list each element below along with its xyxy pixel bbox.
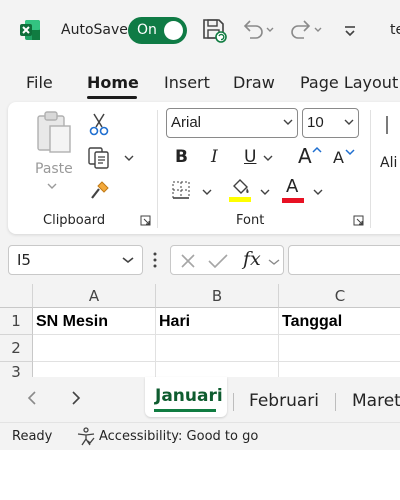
row-header[interactable]: 1 xyxy=(0,308,33,335)
font-name-combobox[interactable]: Arial xyxy=(166,108,298,138)
cell[interactable] xyxy=(156,335,279,362)
cell[interactable] xyxy=(279,335,400,362)
status-bar: Ready Accessibility: Good to go xyxy=(0,422,400,450)
document-title: te xyxy=(390,22,400,38)
alignment-label: Ali xyxy=(380,155,398,171)
underline-button[interactable]: U xyxy=(244,147,256,167)
fill-color-dropdown-icon[interactable] xyxy=(260,188,270,196)
active-tab-indicator xyxy=(87,96,137,99)
sheet-separator xyxy=(233,393,234,411)
excel-window: AutoSave On te File Home Insert Draw Pag… xyxy=(0,0,400,500)
clipboard-launcher-icon[interactable] xyxy=(140,215,151,226)
shrink-font-button[interactable]: A xyxy=(333,148,344,167)
shrink-font-caret-icon xyxy=(345,149,355,156)
bottom-area xyxy=(0,450,400,500)
name-box[interactable]: I5 xyxy=(8,245,143,275)
underline-dropdown-icon[interactable] xyxy=(263,154,273,162)
borders-dropdown-icon[interactable] xyxy=(202,188,212,196)
tab-page-layout[interactable]: Page Layout xyxy=(300,73,398,92)
cancel-icon[interactable] xyxy=(179,252,197,270)
font-name-value: Arial xyxy=(171,114,202,131)
more-options-icon[interactable] xyxy=(153,252,157,268)
fill-color-icon[interactable] xyxy=(228,176,252,204)
paste-dropdown-icon[interactable] xyxy=(46,182,58,190)
font-color-button[interactable]: A xyxy=(286,176,298,197)
font-size-value: 10 xyxy=(307,114,324,131)
redo-icon[interactable] xyxy=(288,16,324,44)
group-divider xyxy=(370,110,371,228)
font-group-label: Font xyxy=(236,213,265,228)
chevron-left-icon[interactable] xyxy=(26,390,38,406)
bold-button[interactable]: B xyxy=(175,147,188,167)
active-sheet-indicator xyxy=(154,409,216,412)
font-color-swatch xyxy=(282,198,304,203)
group-divider xyxy=(157,110,158,228)
font-color-dropdown-icon[interactable] xyxy=(313,188,323,196)
ribbon-tabs: File Home Insert Draw Page Layout xyxy=(0,64,400,100)
sheet-tab-maret[interactable]: Maret xyxy=(352,391,400,411)
autosave-state: On xyxy=(137,22,157,38)
column-header[interactable]: C xyxy=(279,284,400,308)
sheet-tab-januari[interactable]: Januari xyxy=(145,377,227,417)
cell[interactable] xyxy=(33,335,156,362)
clipboard-group-label: Clipboard xyxy=(43,213,106,228)
column-header[interactable]: A xyxy=(33,284,156,308)
row-header[interactable]: 2 xyxy=(0,335,33,362)
column-header[interactable]: B xyxy=(156,284,279,308)
cell[interactable]: SN Mesin xyxy=(33,308,156,335)
sheet-separator xyxy=(335,393,336,411)
chevron-down-icon xyxy=(344,119,354,125)
enter-check-icon[interactable] xyxy=(207,252,229,270)
toggle-knob xyxy=(164,21,183,40)
autosave-label: AutoSave xyxy=(61,22,128,38)
worksheet-grid: A B C 1 SN Mesin Hari Tanggal 2 3 xyxy=(0,284,400,380)
undo-icon[interactable] xyxy=(240,16,276,44)
autosave-toggle[interactable]: On xyxy=(128,17,187,44)
copy-icon[interactable] xyxy=(87,146,113,170)
tab-insert[interactable]: Insert xyxy=(164,73,210,92)
formula-tools: fx xyxy=(170,245,284,275)
chevron-down-icon[interactable] xyxy=(268,258,280,266)
paste-label: Paste xyxy=(35,161,73,177)
tab-home[interactable]: Home xyxy=(87,73,139,92)
sheet-tab-bar: Januari Februari Maret xyxy=(0,377,400,422)
cell[interactable]: Hari xyxy=(156,308,279,335)
orientation-icon[interactable] xyxy=(382,114,392,136)
font-launcher-icon[interactable] xyxy=(353,215,364,226)
sheet-tab-label: Januari xyxy=(155,386,223,406)
tab-file[interactable]: File xyxy=(26,73,53,92)
copy-dropdown-icon[interactable] xyxy=(124,154,134,162)
sheet-tab-februari[interactable]: Februari xyxy=(249,391,319,411)
italic-button[interactable]: I xyxy=(211,147,218,167)
name-box-value: I5 xyxy=(17,251,31,269)
accessibility-status[interactable]: Accessibility: Good to go xyxy=(99,429,258,444)
save-icon[interactable] xyxy=(200,16,228,44)
cell[interactable]: Tanggal xyxy=(279,308,400,335)
formula-input[interactable] xyxy=(288,245,400,275)
ribbon-panel: Paste Clipboard Arial 10 B I U A A A Fon… xyxy=(8,102,400,234)
chevron-right-icon[interactable] xyxy=(70,390,82,406)
customize-toolbar-icon[interactable] xyxy=(342,16,358,44)
chevron-down-icon xyxy=(283,119,293,125)
formula-bar: I5 fx xyxy=(0,240,400,282)
status-ready: Ready xyxy=(12,429,53,444)
excel-logo-icon xyxy=(20,20,40,40)
grow-font-caret-icon xyxy=(312,146,322,153)
accessibility-icon[interactable] xyxy=(76,427,96,447)
select-all-corner[interactable] xyxy=(0,284,33,308)
paste-icon[interactable] xyxy=(33,110,77,156)
grow-font-button[interactable]: A xyxy=(298,144,312,168)
title-bar: AutoSave On te xyxy=(0,0,400,62)
tab-draw[interactable]: Draw xyxy=(233,73,275,92)
insert-function-button[interactable]: fx xyxy=(243,248,261,270)
font-size-combobox[interactable]: 10 xyxy=(302,108,359,138)
format-painter-icon[interactable] xyxy=(88,180,112,202)
cut-icon[interactable] xyxy=(88,112,110,136)
chevron-down-icon xyxy=(122,257,134,264)
borders-icon[interactable] xyxy=(171,180,191,200)
